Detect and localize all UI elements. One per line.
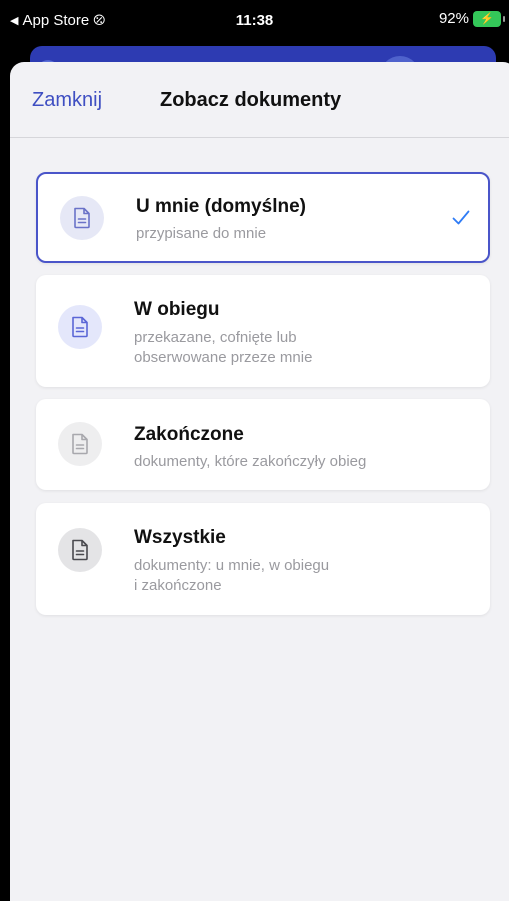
option-subtitle: przypisane do mnie [136,224,456,244]
option-w-obiegu-card[interactable]: W obiegu przekazane, cofnięte lub obserwow… [36,275,490,387]
option-wszystkie-card[interactable]: Wszystkie dokumenty: u mnie, w obiegu i za… [36,503,490,615]
status-bar: ◀ App Store ⦼ 11:38 92% ⚡ [0,0,509,40]
checkmark-icon [452,210,470,224]
documents-sheet: Zamknij Zobacz dokumenty U mnie (domyśln… [10,62,509,901]
option-subtitle-line: obserwowane przeze mnie [134,349,313,366]
option-subtitle-line: przypisane do mnie [136,225,267,242]
option-subtitle-line: dokumenty, które zakończyły obieg [134,453,367,470]
close-button[interactable]: Zamknij [32,89,102,112]
charging-bolt-icon: ⚡ [480,13,494,25]
document-icon [58,528,102,572]
option-zakonczone-card[interactable]: Zakończone dokumenty, które zakończyły ob… [36,399,490,490]
sheet-title: Zobacz dokumenty [160,89,342,111]
battery-icon: ⚡ [473,10,505,27]
document-icon [58,422,102,466]
document-icon [60,196,104,240]
option-u-mnie-card[interactable]: U mnie (domyślne) przypisane do mnie [36,172,490,263]
document-icon [58,305,102,349]
option-subtitle-line: i zakończone [134,577,222,594]
battery-percent: 92% [438,10,469,27]
option-title: Zakończone [134,424,244,445]
option-subtitle: przekazane, cofnięte lub obserwowane prze… [134,328,454,368]
option-subtitle: dokumenty, które zakończyły obieg [134,452,454,472]
option-subtitle: dokumenty: u mnie, w obiegu i zakończone [134,556,454,596]
option-title: U mnie (domyślne) [136,196,306,217]
option-subtitle-line: dokumenty: u mnie, w obiegu [134,557,330,574]
sheet-header: Zamknij Zobacz dokumenty [10,62,509,138]
status-right: 92% ⚡ [438,10,505,27]
option-title: Wszystkie [134,527,226,548]
option-title: W obiegu [134,299,220,320]
option-subtitle-line: przekazane, cofnięte lub [134,329,297,346]
status-time: 11:38 [235,12,274,29]
